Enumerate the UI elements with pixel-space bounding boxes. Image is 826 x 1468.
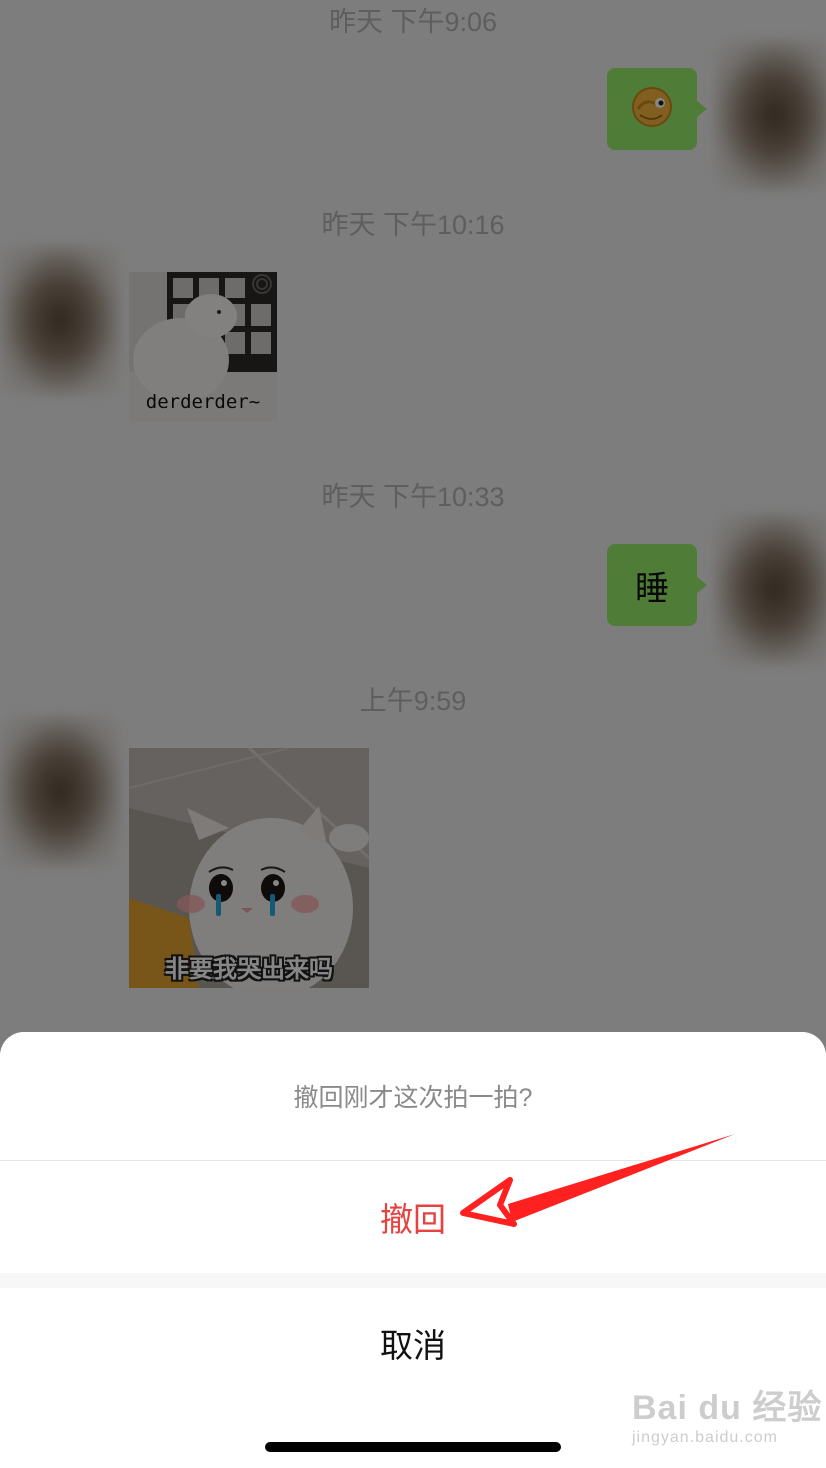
annotation-arrow [460, 1134, 735, 1227]
watermark-url: jingyan.baidu.com [632, 1429, 778, 1446]
watermark-brand: Bai du 经验 [632, 1389, 823, 1427]
home-indicator[interactable] [265, 1442, 561, 1452]
baidu-jingyan-watermark: Bai du 经验 jingyan.baidu.com [632, 1380, 822, 1447]
